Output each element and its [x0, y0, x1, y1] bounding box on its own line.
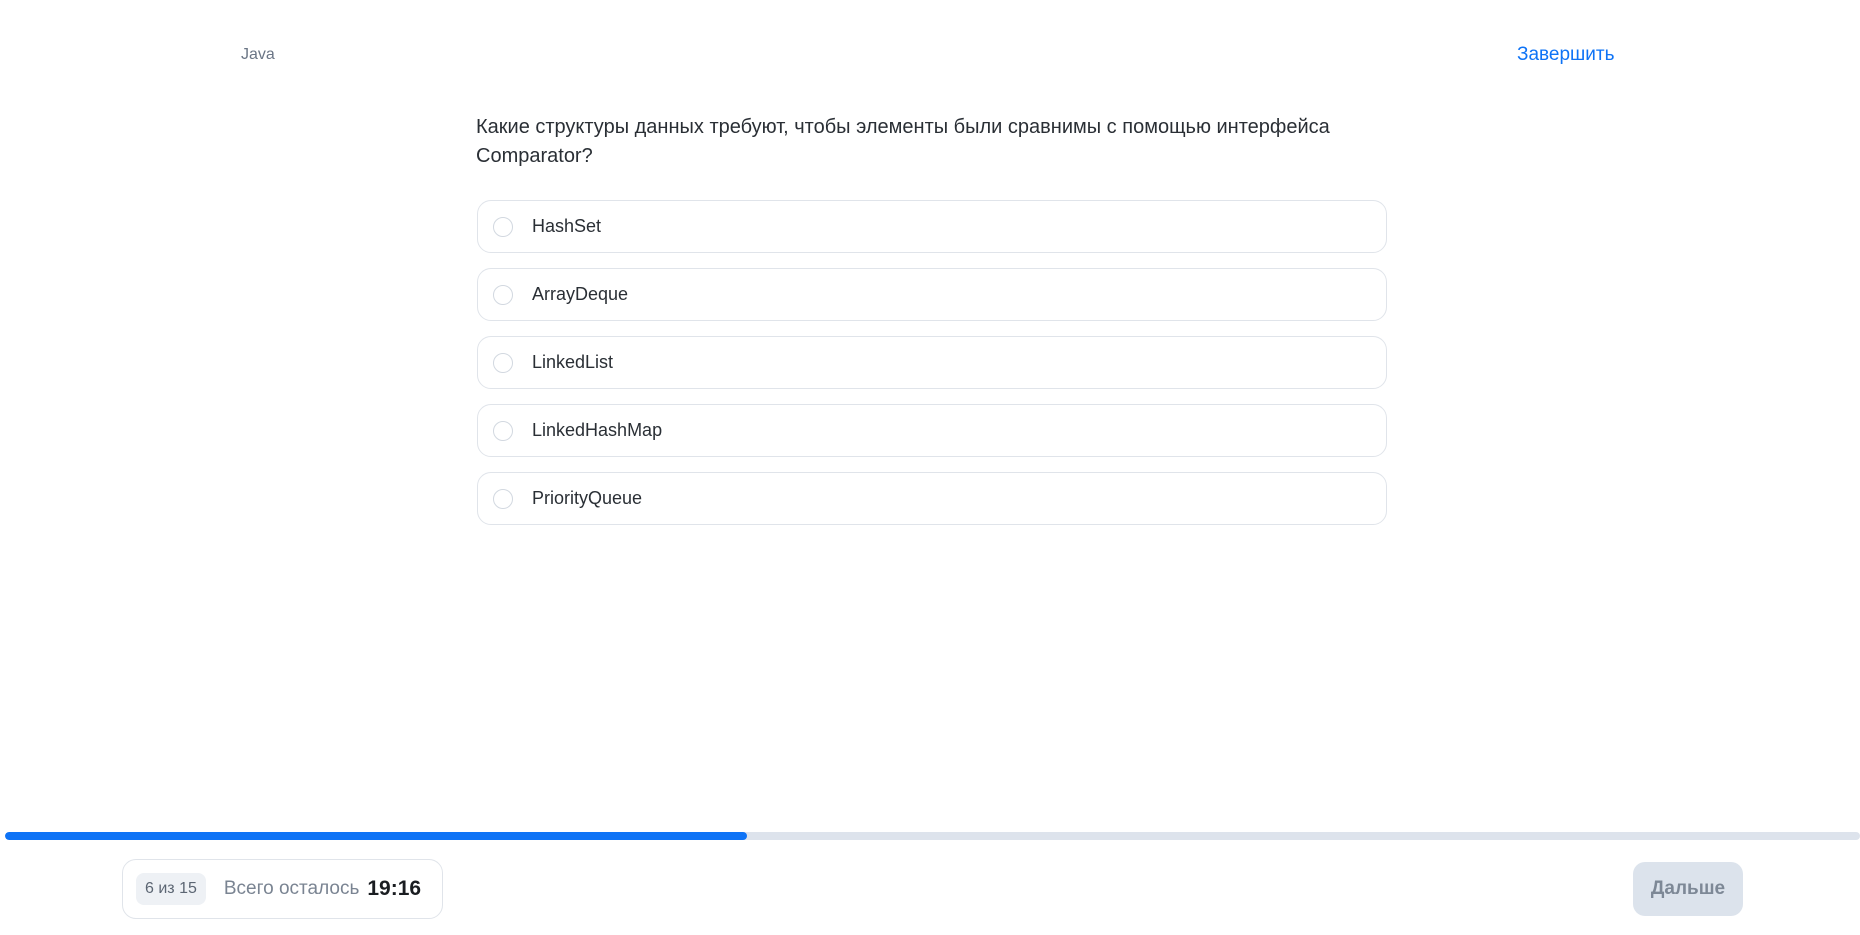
question-text: Какие структуры данных требуют, чтобы эл… [476, 116, 1330, 167]
answer-option[interactable]: LinkedList [477, 336, 1387, 389]
radio-icon[interactable] [493, 352, 513, 373]
answer-option[interactable]: LinkedHashMap [477, 404, 1387, 457]
answer-option-label: ArrayDeque [532, 284, 629, 304]
answer-option-label: PriorityQueue [532, 488, 643, 508]
answer-option-label: LinkedList [532, 352, 614, 372]
topic-label: Java [241, 46, 275, 63]
answer-option[interactable]: ArrayDeque [477, 268, 1387, 321]
answer-option-label: HashSet [532, 216, 602, 236]
timer-value: 19:16 [367, 877, 422, 900]
radio-icon[interactable] [493, 216, 513, 237]
finish-button[interactable]: Завершить [1517, 44, 1615, 66]
time-remaining-label: Всего осталось [223, 878, 360, 899]
answer-options: HashSet ArrayDeque LinkedList LinkedHash… [477, 200, 1387, 540]
quiz-status: 6 из 15 Всего осталось 19:16 [122, 859, 443, 919]
answer-option[interactable]: HashSet [477, 200, 1387, 253]
next-button[interactable]: Дальше [1633, 862, 1743, 916]
answer-option-label: LinkedHashMap [532, 420, 663, 440]
answer-option[interactable]: PriorityQueue [477, 472, 1387, 525]
quiz-page: Java Завершить Какие структуры данных тр… [0, 0, 1860, 935]
progress-bar-fill [5, 832, 747, 840]
radio-icon[interactable] [493, 488, 513, 509]
radio-icon[interactable] [493, 284, 513, 305]
radio-icon[interactable] [493, 420, 513, 441]
progress-bar [5, 832, 1860, 840]
question-counter: 6 из 15 [136, 873, 206, 905]
